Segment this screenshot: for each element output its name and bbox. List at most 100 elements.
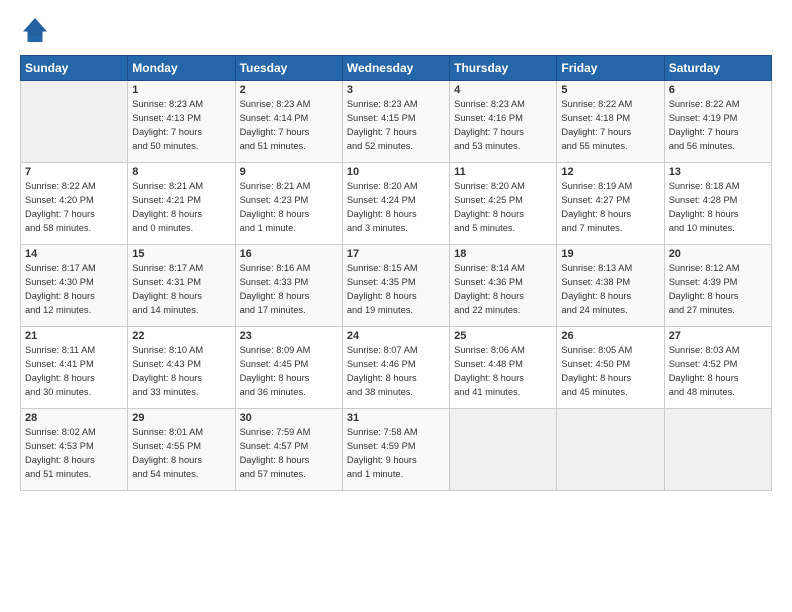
calendar-cell: 15 Sunrise: 8:17 AMSunset: 4:31 PMDayligh… (128, 245, 235, 327)
calendar-cell: 14 Sunrise: 8:17 AMSunset: 4:30 PMDayligh… (21, 245, 128, 327)
header-cell-thursday: Thursday (450, 56, 557, 81)
header-cell-sunday: Sunday (21, 56, 128, 81)
day-info: Sunrise: 8:21 AMSunset: 4:23 PMDaylight:… (240, 180, 338, 236)
calendar-cell: 20 Sunrise: 8:12 AMSunset: 4:39 PMDayligh… (664, 245, 771, 327)
day-info: Sunrise: 8:23 AMSunset: 4:15 PMDaylight:… (347, 98, 445, 154)
calendar-cell (450, 409, 557, 491)
calendar-cell: 3 Sunrise: 8:23 AMSunset: 4:15 PMDaylight… (342, 81, 449, 163)
calendar-cell: 16 Sunrise: 8:16 AMSunset: 4:33 PMDayligh… (235, 245, 342, 327)
day-info: Sunrise: 8:13 AMSunset: 4:38 PMDaylight:… (561, 262, 659, 318)
day-number: 16 (240, 248, 338, 260)
day-info: Sunrise: 8:20 AMSunset: 4:25 PMDaylight:… (454, 180, 552, 236)
day-info: Sunrise: 8:14 AMSunset: 4:36 PMDaylight:… (454, 262, 552, 318)
day-info: Sunrise: 8:12 AMSunset: 4:39 PMDaylight:… (669, 262, 767, 318)
day-number: 6 (669, 84, 767, 96)
calendar-cell: 24Sunrise: 8:07 AMSunset: 4:46 PMDayligh… (342, 327, 449, 409)
day-number: 31 (347, 412, 445, 424)
day-info: Sunrise: 8:22 AMSunset: 4:19 PMDaylight:… (669, 98, 767, 154)
calendar-cell: 23 Sunrise: 8:09 AMSunset: 4:45 PMDayligh… (235, 327, 342, 409)
week-row-3: 21 Sunrise: 8:11 AMSunset: 4:41 PMDayligh… (21, 327, 772, 409)
calendar-cell: 31 Sunrise: 7:58 AMSunset: 4:59 PMDayligh… (342, 409, 449, 491)
day-number: 11 (454, 166, 552, 178)
day-number: 23 (240, 330, 338, 342)
calendar-cell: 4 Sunrise: 8:23 AMSunset: 4:16 PMDaylight… (450, 81, 557, 163)
calendar-cell: 8 Sunrise: 8:21 AMSunset: 4:21 PMDaylight… (128, 163, 235, 245)
day-info: Sunrise: 8:17 AMSunset: 4:30 PMDaylight:… (25, 262, 123, 318)
calendar-cell: 27Sunrise: 8:03 AMSunset: 4:52 PMDayligh… (664, 327, 771, 409)
header-cell-saturday: Saturday (664, 56, 771, 81)
day-number: 10 (347, 166, 445, 178)
day-number: 15 (132, 248, 230, 260)
day-info: Sunrise: 8:23 AMSunset: 4:14 PMDaylight:… (240, 98, 338, 154)
logo (20, 15, 54, 45)
header-cell-tuesday: Tuesday (235, 56, 342, 81)
day-info: Sunrise: 8:11 AMSunset: 4:41 PMDaylight:… (25, 344, 123, 400)
calendar-cell (557, 409, 664, 491)
calendar-cell: 9 Sunrise: 8:21 AMSunset: 4:23 PMDaylight… (235, 163, 342, 245)
week-row-1: 7 Sunrise: 8:22 AMSunset: 4:20 PMDaylight… (21, 163, 772, 245)
day-number: 4 (454, 84, 552, 96)
calendar-body: 1Sunrise: 8:23 AMSunset: 4:13 PMDaylight… (21, 81, 772, 491)
calendar-cell: 22Sunrise: 8:10 AMSunset: 4:43 PMDayligh… (128, 327, 235, 409)
day-info: Sunrise: 8:15 AMSunset: 4:35 PMDaylight:… (347, 262, 445, 318)
day-info: Sunrise: 8:20 AMSunset: 4:24 PMDaylight:… (347, 180, 445, 236)
calendar-cell: 29 Sunrise: 8:01 AMSunset: 4:55 PMDayligh… (128, 409, 235, 491)
day-info: Sunrise: 8:18 AMSunset: 4:28 PMDaylight:… (669, 180, 767, 236)
day-number: 14 (25, 248, 123, 260)
day-info: Sunrise: 8:05 AMSunset: 4:50 PMDaylight:… (561, 344, 659, 400)
calendar-cell: 7 Sunrise: 8:22 AMSunset: 4:20 PMDaylight… (21, 163, 128, 245)
calendar-cell: 18 Sunrise: 8:14 AMSunset: 4:36 PMDayligh… (450, 245, 557, 327)
day-info: Sunrise: 8:01 AMSunset: 4:55 PMDaylight:… (132, 426, 230, 482)
day-info: Sunrise: 8:22 AMSunset: 4:20 PMDaylight:… (25, 180, 123, 236)
day-info: Sunrise: 8:23 AMSunset: 4:16 PMDaylight:… (454, 98, 552, 154)
calendar-cell: 5 Sunrise: 8:22 AMSunset: 4:18 PMDaylight… (557, 81, 664, 163)
day-number: 25 (454, 330, 552, 342)
day-number: 18 (454, 248, 552, 260)
day-number: 5 (561, 84, 659, 96)
week-row-0: 1Sunrise: 8:23 AMSunset: 4:13 PMDaylight… (21, 81, 772, 163)
day-info: Sunrise: 8:16 AMSunset: 4:33 PMDaylight:… (240, 262, 338, 318)
day-number: 26 (561, 330, 659, 342)
calendar-cell: 26 Sunrise: 8:05 AMSunset: 4:50 PMDayligh… (557, 327, 664, 409)
header-cell-friday: Friday (557, 56, 664, 81)
day-info: Sunrise: 8:09 AMSunset: 4:45 PMDaylight:… (240, 344, 338, 400)
calendar-cell: 11 Sunrise: 8:20 AMSunset: 4:25 PMDayligh… (450, 163, 557, 245)
day-info: Sunrise: 7:58 AMSunset: 4:59 PMDaylight:… (347, 426, 445, 482)
header-cell-wednesday: Wednesday (342, 56, 449, 81)
day-info: Sunrise: 8:22 AMSunset: 4:18 PMDaylight:… (561, 98, 659, 154)
page: SundayMondayTuesdayWednesdayThursdayFrid… (0, 0, 792, 612)
day-number: 13 (669, 166, 767, 178)
calendar-header: SundayMondayTuesdayWednesdayThursdayFrid… (21, 56, 772, 81)
header (20, 15, 772, 45)
day-number: 2 (240, 84, 338, 96)
day-info: Sunrise: 8:17 AMSunset: 4:31 PMDaylight:… (132, 262, 230, 318)
calendar-cell: 19Sunrise: 8:13 AMSunset: 4:38 PMDayligh… (557, 245, 664, 327)
day-info: Sunrise: 8:21 AMSunset: 4:21 PMDaylight:… (132, 180, 230, 236)
logo-icon (20, 15, 50, 45)
day-number: 12 (561, 166, 659, 178)
day-number: 29 (132, 412, 230, 424)
day-info: Sunrise: 8:07 AMSunset: 4:46 PMDaylight:… (347, 344, 445, 400)
day-number: 9 (240, 166, 338, 178)
calendar-cell: 28Sunrise: 8:02 AMSunset: 4:53 PMDayligh… (21, 409, 128, 491)
day-number: 20 (669, 248, 767, 260)
day-number: 1 (132, 84, 230, 96)
calendar-cell: 2 Sunrise: 8:23 AMSunset: 4:14 PMDaylight… (235, 81, 342, 163)
week-row-4: 28Sunrise: 8:02 AMSunset: 4:53 PMDayligh… (21, 409, 772, 491)
day-number: 28 (25, 412, 123, 424)
day-info: Sunrise: 8:10 AMSunset: 4:43 PMDaylight:… (132, 344, 230, 400)
day-number: 3 (347, 84, 445, 96)
calendar-cell: 13 Sunrise: 8:18 AMSunset: 4:28 PMDayligh… (664, 163, 771, 245)
calendar-cell: 17Sunrise: 8:15 AMSunset: 4:35 PMDayligh… (342, 245, 449, 327)
day-number: 8 (132, 166, 230, 178)
day-info: Sunrise: 8:03 AMSunset: 4:52 PMDaylight:… (669, 344, 767, 400)
day-info: Sunrise: 7:59 AMSunset: 4:57 PMDaylight:… (240, 426, 338, 482)
calendar-cell: 25 Sunrise: 8:06 AMSunset: 4:48 PMDayligh… (450, 327, 557, 409)
day-number: 21 (25, 330, 123, 342)
day-number: 7 (25, 166, 123, 178)
calendar-cell: 30Sunrise: 7:59 AMSunset: 4:57 PMDayligh… (235, 409, 342, 491)
day-info: Sunrise: 8:06 AMSunset: 4:48 PMDaylight:… (454, 344, 552, 400)
calendar-cell: 21 Sunrise: 8:11 AMSunset: 4:41 PMDayligh… (21, 327, 128, 409)
header-cell-monday: Monday (128, 56, 235, 81)
calendar-cell (664, 409, 771, 491)
